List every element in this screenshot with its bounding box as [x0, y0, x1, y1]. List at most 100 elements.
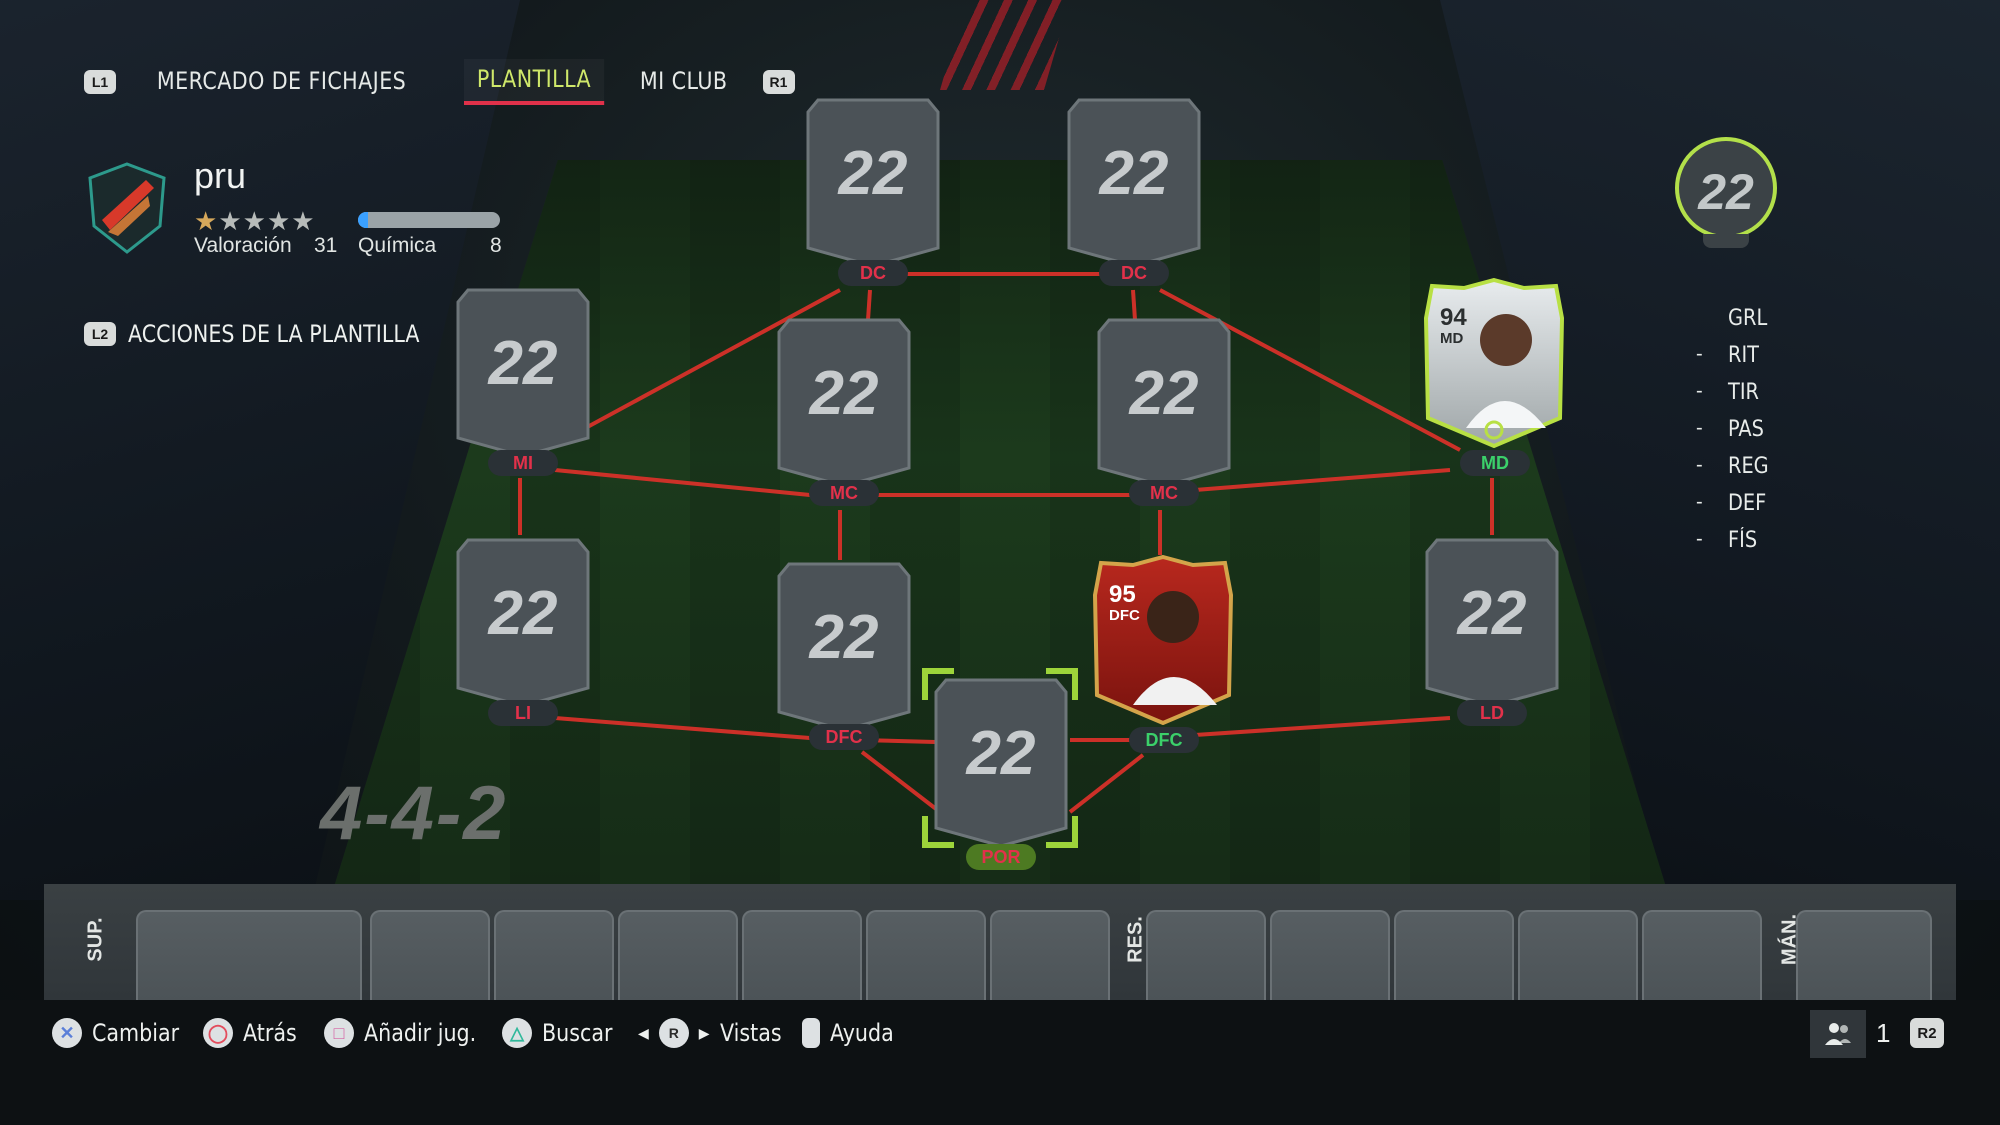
players-count: 1 [1876, 1018, 1891, 1048]
stats-panel: GRL - RIT - TIR - PAS - REG - DEF - FÍS [1660, 300, 1810, 559]
position-label: MI [488, 450, 558, 476]
reserve-slot[interactable] [1270, 910, 1390, 1000]
player-slot-mc-left[interactable]: 22 MC [775, 318, 913, 506]
bench-slot[interactable] [618, 910, 738, 1000]
bench-slot[interactable] [370, 910, 490, 1000]
reserve-slot[interactable] [1146, 910, 1266, 1000]
users-icon [1825, 1023, 1851, 1045]
tab-transfer-market[interactable]: MERCADO DE FICHAJES [144, 61, 419, 103]
slot-rating: 22 [809, 603, 879, 672]
player-slot-mi[interactable]: 22 MI [454, 288, 592, 476]
player-card-dfc[interactable]: 95 DFC DFC [1092, 554, 1234, 753]
position-label: DC [1099, 260, 1169, 286]
bench-slot[interactable] [742, 910, 862, 1000]
tab-squad[interactable]: PLANTILLA [463, 59, 604, 105]
squad-actions-button[interactable]: L2 ACCIONES DE LA PLANTILLA [84, 320, 467, 348]
slot-rating: 22 [809, 359, 879, 428]
manager-slot[interactable] [1796, 910, 1932, 1000]
star-icon: ★ [194, 206, 219, 236]
club-crest-icon [88, 162, 166, 254]
star-icon: ★ [242, 206, 267, 236]
chemistry-bar [358, 212, 500, 228]
bench-bar: SUP. RES. MÁN. [44, 884, 1956, 1000]
hint-add-player[interactable]: □ Añadir jug. [324, 1016, 494, 1050]
player-slot-li[interactable]: 22 LI [454, 538, 592, 726]
bench-slot[interactable] [136, 910, 362, 1000]
link-line [1068, 753, 1145, 814]
position-label: MC [809, 480, 879, 506]
r1-button-icon[interactable]: R1 [762, 70, 795, 94]
link-line [554, 716, 811, 740]
star-icon: ★ [291, 206, 316, 236]
hint-help[interactable]: Ayuda [802, 1016, 904, 1050]
stat-row: - DEF [1696, 491, 1767, 516]
chemistry-bar-fill [358, 212, 368, 228]
squad-screen: L1 MERCADO DE FICHAJES PLANTILLA MI CLUB… [0, 0, 2000, 1125]
link-line [1194, 468, 1451, 492]
stat-label: TIR [1728, 380, 1759, 405]
stat-label: DEF [1728, 491, 1767, 516]
reserve-slot[interactable] [1642, 910, 1762, 1000]
player-slot-dfc-left[interactable]: 22 DFC [775, 562, 913, 750]
formation-label: 4-4-2 [320, 771, 508, 856]
slot-rating: 22 [488, 329, 558, 398]
circle-button-icon: ◯ [203, 1018, 233, 1048]
slot-rating: 22 [1457, 579, 1527, 648]
overall-rating-value: 22 [1698, 164, 1754, 220]
l1-button-icon[interactable]: L1 [84, 70, 116, 94]
bench-slot[interactable] [494, 910, 614, 1000]
selection-cursor [922, 668, 1078, 848]
stat-row: - TIR [1696, 380, 1759, 405]
chemistry-value: 8 [490, 234, 502, 257]
r2-button-icon[interactable]: R2 [1910, 1018, 1944, 1048]
player-card-md[interactable]: 94 MD MD [1423, 277, 1565, 476]
l2-button-icon: L2 [84, 322, 116, 346]
stat-row: - REG [1696, 454, 1769, 479]
hint-views[interactable]: ◀ R ▶ Vistas [638, 1016, 791, 1050]
star-icon: ★ [218, 206, 243, 236]
player-card-position: DFC [1109, 607, 1140, 624]
reserve-slot[interactable] [1394, 910, 1514, 1000]
tab-my-club[interactable]: MI CLUB [627, 61, 740, 103]
player-slot-dc-left[interactable]: 22 DC [804, 98, 942, 286]
rating-value: 31 [314, 234, 338, 257]
player-slot-dc-right[interactable]: 22 DC [1065, 98, 1203, 286]
triangle-button-icon: △ [502, 1018, 532, 1048]
stat-row: - RIT [1696, 343, 1759, 368]
hint-back[interactable]: ◯ Atrás [203, 1016, 305, 1050]
reserve-slot[interactable] [1518, 910, 1638, 1000]
position-label: LD [1457, 700, 1527, 726]
r-stick-icon: R [658, 1018, 689, 1048]
stat-label: REG [1728, 454, 1769, 479]
stat-label: RIT [1728, 343, 1759, 368]
bench-slot[interactable] [866, 910, 986, 1000]
player-card-position: MD [1440, 330, 1464, 347]
hint-search[interactable]: △ Buscar [502, 1016, 624, 1050]
stat-label: GRL [1728, 306, 1768, 331]
squad-actions-label: ACCIONES DE LA PLANTILLA [128, 320, 420, 348]
link-line [554, 468, 811, 497]
position-label: DFC [809, 724, 879, 750]
square-button-icon: □ [324, 1018, 354, 1048]
link-line [866, 289, 872, 321]
position-label: LI [488, 700, 558, 726]
position-label: MC [1129, 480, 1199, 506]
chemistry-label: Química [358, 234, 437, 257]
stat-row: - FÍS [1696, 528, 1758, 553]
player-slot-mc-right[interactable]: 22 MC [1095, 318, 1233, 506]
player-ovr: 95 [1109, 581, 1136, 608]
bench-slot[interactable] [990, 910, 1110, 1000]
position-label: MD [1460, 450, 1530, 476]
position-label: DC [838, 260, 908, 286]
stat-row: - PAS [1696, 417, 1764, 442]
stat-label: FÍS [1728, 528, 1758, 553]
overall-rating-badge: 22 [1675, 137, 1777, 239]
rating-label: Valoración [194, 234, 292, 257]
slot-rating: 22 [1129, 359, 1199, 428]
player-slot-ld[interactable]: 22 LD [1423, 538, 1561, 726]
slot-rating: 22 [1099, 139, 1169, 208]
hint-swap[interactable]: ✕ Cambiar [52, 1016, 193, 1050]
star-icon: ★ [266, 206, 292, 236]
stat-label: PAS [1728, 417, 1764, 442]
slot-rating: 22 [838, 139, 908, 208]
